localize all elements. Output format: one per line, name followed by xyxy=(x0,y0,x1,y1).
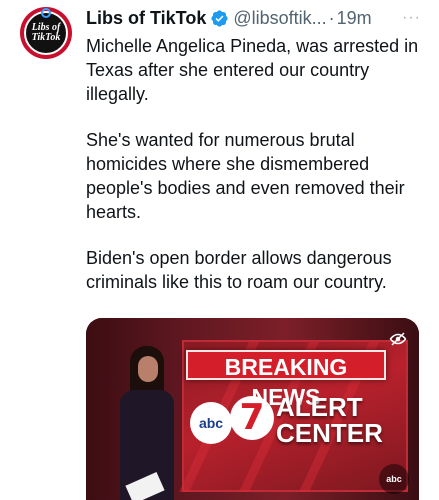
verified-badge-icon[interactable] xyxy=(210,9,229,28)
tweet-header: Libs of TikTok @libsoftik... · 19m ··· xyxy=(86,6,427,30)
gender-symbol-icon xyxy=(41,8,51,18)
station-logo: abc xyxy=(190,402,232,444)
alert-line2: CENTER xyxy=(276,418,383,448)
tweet[interactable]: Libs of TikTok Libs of TikTok @libsoftik… xyxy=(0,0,439,500)
alert-line1: ALERT xyxy=(276,392,363,422)
alert-center-title: ALERT CENTER xyxy=(276,394,383,446)
volume-icon[interactable]: abc xyxy=(379,464,409,494)
more-options-icon[interactable]: ··· xyxy=(402,6,421,30)
breaking-news-banner: BREAKING NEWS xyxy=(186,350,386,410)
tweet-paragraph: She's wanted for numerous brutal homicid… xyxy=(86,130,405,222)
video-media[interactable]: BREAKING NEWS abc 7 ALERT CENTER abc xyxy=(86,318,419,500)
news-presenter xyxy=(106,346,196,500)
tweet-text: Michelle Angelica Pineda, was arrested i… xyxy=(86,34,431,294)
avatar-text-line2: TikTok xyxy=(31,32,61,43)
author-handle[interactable]: @libsoftik... xyxy=(233,6,326,30)
tweet-paragraph: Michelle Angelica Pineda, was arrested i… xyxy=(86,36,419,104)
separator-dot: · xyxy=(328,8,335,28)
channel-number: 7 xyxy=(230,396,274,440)
eye-slash-icon[interactable] xyxy=(389,330,407,348)
avatar[interactable]: Libs of TikTok xyxy=(20,7,72,59)
timestamp[interactable]: 19m xyxy=(337,6,372,30)
corner-badge-label: abc xyxy=(386,474,402,484)
author-name[interactable]: Libs of TikTok xyxy=(86,6,206,30)
tweet-paragraph: Biden's open border allows dangerous cri… xyxy=(86,248,392,292)
